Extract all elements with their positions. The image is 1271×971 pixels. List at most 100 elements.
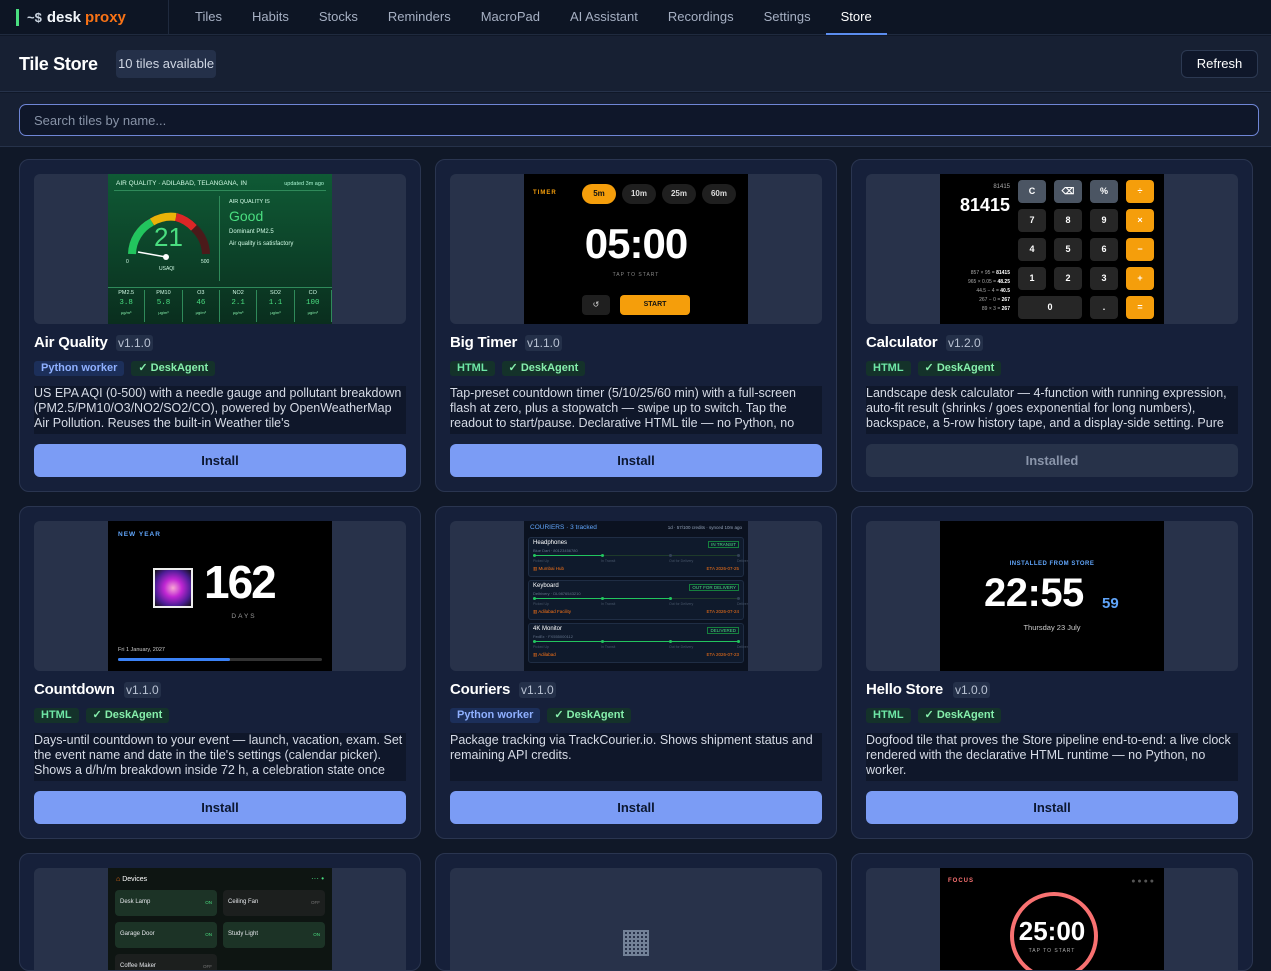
main-nav: Tiles Habits Stocks Reminders MacroPad A… bbox=[180, 0, 887, 35]
tape-row: 857 × 95 = 81415 bbox=[948, 269, 1010, 278]
install-button[interactable]: Install bbox=[34, 444, 406, 477]
shipment-name: Headphones bbox=[533, 540, 568, 546]
calc-key[interactable]: 5 bbox=[1054, 238, 1082, 261]
pollutant-value: 3.8 bbox=[119, 299, 133, 307]
tab-recordings[interactable]: Recordings bbox=[653, 0, 749, 35]
shipment-list: Headphones Blue Dart · 80123456780 IN TRAN… bbox=[528, 537, 748, 666]
shipment-eta: ETA 2026-07-23 bbox=[706, 652, 739, 657]
deskagent-badge: ✓ DeskAgent bbox=[85, 708, 170, 723]
stage-label: In Transit bbox=[601, 645, 616, 649]
timer-start-button[interactable]: START bbox=[620, 295, 690, 315]
brand-word-proxy: proxy bbox=[85, 8, 126, 26]
calc-key[interactable]: + bbox=[1126, 267, 1154, 290]
countdown-days: 162 bbox=[204, 556, 277, 608]
devices-header: ⌂ Devices bbox=[116, 876, 148, 883]
tile-card-countdown: NEW YEAR 162 DAYS Fri 1 January, 2027 Co… bbox=[19, 506, 421, 839]
tile-preview: ⌂ Devices ··· • Desk Lamp ON Ceiling Fan OF… bbox=[34, 868, 406, 970]
shipment-item[interactable]: Headphones Blue Dart · 80123456780 IN TRAN… bbox=[528, 537, 748, 577]
device-toggle[interactable]: Garage Door ON bbox=[115, 922, 217, 948]
tile-description: Dogfood tile that proves the Store pipel… bbox=[866, 733, 1238, 781]
calc-key[interactable]: − bbox=[1126, 238, 1154, 261]
calc-key[interactable]: 3 bbox=[1090, 267, 1118, 290]
tape-row: 267 − 0 = 267 bbox=[948, 296, 1010, 305]
tape-result: 40.5 bbox=[1000, 288, 1010, 294]
more-icon[interactable]: ··· • bbox=[311, 874, 324, 883]
calc-key[interactable]: . bbox=[1090, 296, 1118, 319]
store-header: Tile Store 10 tiles available Refresh bbox=[0, 36, 1271, 92]
stage-dot bbox=[669, 639, 672, 643]
tile-preview: 81415 81415 857 × 95 = 81415 965 × 0.05 =… bbox=[866, 174, 1238, 324]
tab-store[interactable]: Store bbox=[825, 0, 887, 35]
install-button[interactable]: Install bbox=[866, 791, 1238, 824]
shipment-item[interactable]: 4K Monitor FedEx · FX555000112 DELIVERED Pi… bbox=[528, 623, 748, 663]
tile-version: v1.1.0 bbox=[116, 335, 153, 351]
install-button[interactable]: Install bbox=[450, 444, 822, 477]
calc-result: 81415 bbox=[959, 195, 1010, 215]
tab-ai-assistant[interactable]: AI Assistant bbox=[555, 0, 653, 35]
device-name: Study Light bbox=[228, 931, 259, 937]
timer-readout[interactable]: 05:00 bbox=[524, 220, 748, 268]
tab-tiles[interactable]: Tiles bbox=[180, 0, 237, 35]
pollutant-cell: PM10 5.8 µg/m³ bbox=[145, 290, 183, 322]
preset-5m[interactable]: 5m bbox=[582, 184, 616, 204]
device-toggle[interactable]: Study Light ON bbox=[223, 922, 325, 948]
timer-label: TIMER bbox=[533, 190, 557, 196]
grid-icon bbox=[623, 930, 649, 956]
device-toggle[interactable]: Ceiling Fan OFF bbox=[223, 890, 325, 916]
search-input[interactable] bbox=[19, 104, 1259, 136]
calc-key[interactable]: 0 bbox=[1018, 296, 1082, 319]
calc-key[interactable]: 7 bbox=[1018, 209, 1046, 232]
calc-key[interactable]: % bbox=[1090, 180, 1118, 203]
tape-result: 81415 bbox=[996, 270, 1010, 276]
tab-settings[interactable]: Settings bbox=[749, 0, 826, 35]
timer-presets: 5m 10m 25m 60m bbox=[582, 184, 736, 204]
runtime-badge: HTML bbox=[450, 361, 495, 376]
shipment-progress bbox=[533, 555, 602, 556]
tab-reminders[interactable]: Reminders bbox=[373, 0, 466, 35]
preset-60m[interactable]: 60m bbox=[702, 184, 736, 204]
tab-stocks[interactable]: Stocks bbox=[304, 0, 373, 35]
calc-key[interactable]: ÷ bbox=[1126, 180, 1154, 203]
aq-unit: USAQI bbox=[159, 266, 175, 272]
calc-key[interactable]: 4 bbox=[1018, 238, 1046, 261]
install-button[interactable]: Install bbox=[450, 791, 822, 824]
pollutant-name: PM2.5 bbox=[118, 290, 135, 296]
reset-icon[interactable]: ↺ bbox=[582, 295, 610, 315]
pollutant-value: 1.1 bbox=[268, 299, 283, 307]
hello-date: Thursday 23 July bbox=[1023, 623, 1081, 632]
tile-preview bbox=[450, 868, 822, 970]
install-button[interactable]: Install bbox=[34, 791, 406, 824]
air-quality-preview: AIR QUALITY · ADILABAD, TELANGANA, IN up… bbox=[108, 174, 332, 324]
calc-key[interactable]: 1 bbox=[1018, 267, 1046, 290]
stage-dot bbox=[737, 553, 740, 557]
calc-key[interactable]: 9 bbox=[1090, 209, 1118, 232]
page-dots-icon: ● ● ● ● bbox=[1131, 878, 1154, 885]
calc-key[interactable]: × bbox=[1126, 209, 1154, 232]
preset-10m[interactable]: 10m bbox=[622, 184, 656, 204]
runtime-badge: Python worker bbox=[34, 361, 125, 376]
brand-logo[interactable]: ~$ desk proxy bbox=[16, 8, 126, 26]
tab-macropad[interactable]: MacroPad bbox=[466, 0, 555, 35]
shipment-item[interactable]: Keyboard Delhivery · DL9876543210 OUT FOR … bbox=[528, 580, 748, 620]
stage-label: In Transit bbox=[601, 602, 616, 606]
tab-habits[interactable]: Habits bbox=[237, 0, 304, 35]
device-toggle[interactable]: Coffee Maker OFF bbox=[115, 954, 217, 970]
top-bar: ~$ desk proxy Tiles Habits Stocks Remind… bbox=[0, 0, 1271, 35]
preset-25m[interactable]: 25m bbox=[662, 184, 696, 204]
device-toggle[interactable]: Desk Lamp ON bbox=[115, 890, 217, 916]
tile-card-focus: FOCUS ● ● ● ● 25:00 TAP TO START bbox=[851, 853, 1253, 971]
focus-time[interactable]: 25:00 bbox=[940, 916, 1164, 947]
calc-key[interactable]: 2 bbox=[1054, 267, 1082, 290]
device-name: Coffee Maker bbox=[120, 963, 156, 969]
refresh-button[interactable]: Refresh bbox=[1181, 50, 1258, 78]
calc-key[interactable]: = bbox=[1126, 296, 1154, 319]
calc-key[interactable]: 8 bbox=[1054, 209, 1082, 232]
calc-key[interactable]: 6 bbox=[1090, 238, 1118, 261]
pollutant-name: O3 bbox=[197, 290, 205, 296]
installed-button[interactable]: Installed bbox=[866, 444, 1238, 477]
shipment-name: 4K Monitor bbox=[533, 626, 563, 632]
calc-key[interactable]: ⌫ bbox=[1054, 180, 1082, 203]
calc-key[interactable]: C bbox=[1018, 180, 1046, 203]
calc-keypad: C ⌫% ÷ 7 8 9 × 4 5 6− 1 2 3 +0. = bbox=[1018, 180, 1158, 320]
shipment-eta: ETA 2026-07-24 bbox=[706, 609, 739, 614]
